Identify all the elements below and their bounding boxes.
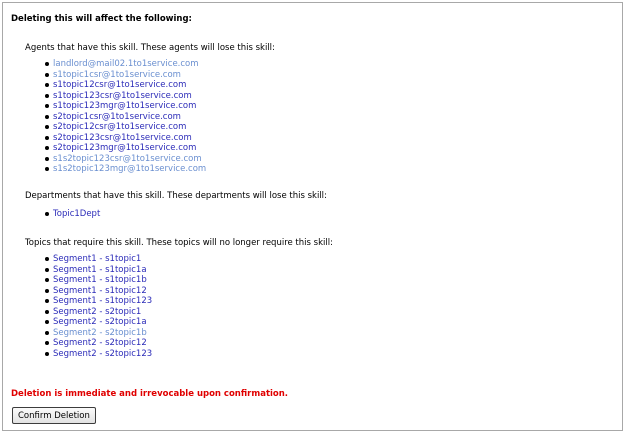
topic-link[interactable]: Segment1 - s1topic1a bbox=[53, 265, 147, 275]
list-item: s2topic1csr@1to1service.com bbox=[30, 112, 206, 123]
topic-link[interactable]: Segment2 - s2topic1b bbox=[53, 328, 147, 338]
list-item: s2topic123mgr@1to1service.com bbox=[30, 143, 206, 154]
bullet-icon bbox=[45, 257, 49, 261]
bullet-icon bbox=[45, 114, 49, 119]
bullet-icon bbox=[45, 104, 49, 108]
list-item: s2topic123csr@1to1service.com bbox=[30, 133, 206, 144]
list-item: Topic1Dept bbox=[30, 209, 100, 220]
confirm-deletion-button[interactable]: Confirm Deletion bbox=[12, 407, 96, 424]
bullet-icon bbox=[45, 351, 49, 356]
list-item: Segment1 - s1topic123 bbox=[30, 296, 152, 307]
list-item: s1topic123mgr@1to1service.com bbox=[30, 101, 206, 112]
list-item: Segment2 - s2topic1b bbox=[30, 328, 152, 339]
bullet-icon bbox=[45, 330, 49, 335]
agent-link[interactable]: s1s2topic123mgr@1to1service.com bbox=[53, 164, 206, 174]
bullet-icon bbox=[45, 278, 49, 282]
bullet-icon bbox=[45, 62, 49, 66]
agent-link[interactable]: s1topic1csr@1to1service.com bbox=[53, 70, 181, 80]
agent-link[interactable]: s2topic123csr@1to1service.com bbox=[53, 133, 192, 143]
topic-link[interactable]: Segment1 - s1topic12 bbox=[53, 286, 147, 296]
agent-link[interactable]: s2topic1csr@1to1service.com bbox=[53, 112, 181, 122]
topic-link[interactable]: Segment2 - s2topic12 bbox=[53, 338, 147, 348]
topic-link[interactable]: Segment2 - s2topic123 bbox=[53, 349, 152, 359]
agent-link[interactable]: s2topic12csr@1to1service.com bbox=[53, 122, 186, 132]
bullet-icon bbox=[45, 341, 49, 345]
list-item: landlord@mail02.1to1service.com bbox=[30, 59, 206, 70]
topic-link[interactable]: Segment2 - s2topic1a bbox=[53, 317, 147, 327]
list-item: Segment2 - s2topic12 bbox=[30, 338, 152, 349]
bullet-icon bbox=[45, 93, 49, 98]
bullet-icon bbox=[45, 83, 49, 87]
list-item: Segment1 - s1topic1b bbox=[30, 275, 152, 286]
topic-link[interactable]: Segment1 - s1topic1b bbox=[53, 275, 147, 285]
bullet-icon bbox=[45, 320, 49, 324]
bullet-icon bbox=[45, 167, 49, 171]
agent-link[interactable]: s1topic123csr@1to1service.com bbox=[53, 91, 192, 101]
topics-section-title: Topics that require this skill. These to… bbox=[25, 238, 333, 248]
list-item: Segment1 - s1topic1a bbox=[30, 265, 152, 276]
agents-list: landlord@mail02.1to1service.com s1topic1c… bbox=[30, 59, 206, 175]
topic-link[interactable]: Segment1 - s1topic123 bbox=[53, 296, 152, 306]
agent-link[interactable]: s1topic12csr@1to1service.com bbox=[53, 80, 186, 90]
agents-section-title: Agents that have this skill. These agent… bbox=[25, 43, 275, 53]
topic-link[interactable]: Segment1 - s1topic1 bbox=[53, 254, 141, 264]
topics-list: Segment1 - s1topic1 Segment1 - s1topic1a S… bbox=[30, 254, 152, 359]
list-item: Segment2 - s2topic123 bbox=[30, 349, 152, 360]
bullet-icon bbox=[45, 299, 49, 303]
bullet-icon bbox=[45, 212, 49, 216]
bullet-icon bbox=[45, 125, 49, 129]
agent-link[interactable]: s1topic123mgr@1to1service.com bbox=[53, 101, 196, 111]
departments-section-title: Departments that have this skill. These … bbox=[25, 191, 327, 201]
list-item: Segment2 - s2topic1a bbox=[30, 317, 152, 328]
deletion-warning: Deletion is immediate and irrevocable up… bbox=[11, 389, 289, 399]
agent-link[interactable]: s2topic123mgr@1to1service.com bbox=[53, 143, 196, 153]
page-heading: Deleting this will affect the following: bbox=[11, 14, 192, 24]
list-item: Segment2 - s2topic1 bbox=[30, 307, 152, 318]
bullet-icon bbox=[45, 267, 49, 272]
list-item: Segment1 - s1topic1 bbox=[30, 254, 152, 265]
topic-link[interactable]: Segment2 - s2topic1 bbox=[53, 307, 141, 317]
bullet-icon bbox=[45, 288, 49, 293]
deletion-impact-panel: Deleting this will affect the following:… bbox=[2, 2, 623, 431]
bullet-icon bbox=[45, 72, 49, 77]
agent-link[interactable]: s1s2topic123csr@1to1service.com bbox=[53, 154, 202, 164]
bullet-icon bbox=[45, 156, 49, 161]
bullet-icon bbox=[45, 135, 49, 140]
list-item: s2topic12csr@1to1service.com bbox=[30, 122, 206, 133]
bullet-icon bbox=[45, 309, 49, 314]
list-item: Segment1 - s1topic12 bbox=[30, 286, 152, 297]
list-item: s1topic123csr@1to1service.com bbox=[30, 91, 206, 102]
list-item: s1s2topic123csr@1to1service.com bbox=[30, 154, 206, 165]
department-link[interactable]: Topic1Dept bbox=[53, 209, 100, 219]
departments-list: Topic1Dept bbox=[30, 209, 100, 220]
list-item: s1topic12csr@1to1service.com bbox=[30, 80, 206, 91]
agent-link[interactable]: landlord@mail02.1to1service.com bbox=[53, 59, 199, 69]
list-item: s1s2topic123mgr@1to1service.com bbox=[30, 164, 206, 175]
bullet-icon bbox=[45, 146, 49, 150]
list-item: s1topic1csr@1to1service.com bbox=[30, 70, 206, 81]
